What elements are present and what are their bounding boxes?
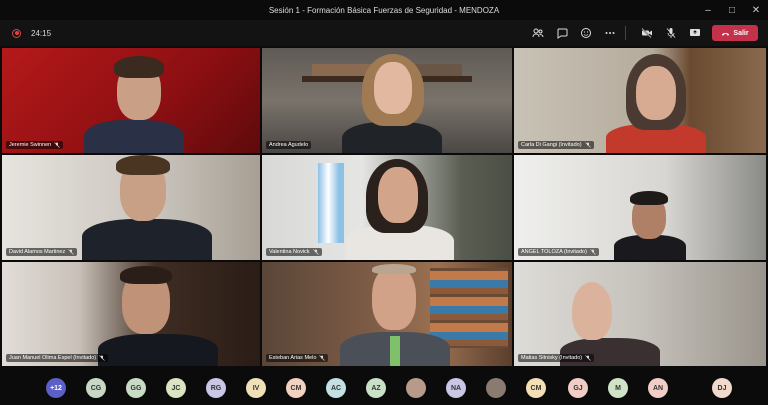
video-tile[interactable]: Matias Sitnisky (Invitado) <box>514 262 766 366</box>
participant-name: Jeremie Swinnen <box>9 142 52 148</box>
recording-indicator: 24:15 <box>12 28 52 38</box>
participant-name-tag: Andrea Agudelo <box>266 141 312 149</box>
participant-tie <box>390 336 400 366</box>
participant-photo-avatar[interactable] <box>486 378 506 398</box>
participant-video <box>84 120 184 153</box>
participant-name-tag: Matias Sitnisky (Invitado) <box>518 354 595 362</box>
toolbar-divider <box>625 26 626 40</box>
participant-name: David Alamos Martinez <box>9 249 66 255</box>
video-tile[interactable]: Carla Di Gangi (Invitado) <box>514 48 766 153</box>
video-tile[interactable]: Andrea Agudelo <box>262 48 512 153</box>
participant-hair <box>372 264 416 274</box>
video-grid: Jeremie Swinnen Andrea Agudelo Carla Di … <box>2 48 766 366</box>
leave-label: Salir <box>733 29 749 37</box>
record-icon <box>12 28 21 38</box>
participant-name: Andrea Agudelo <box>269 142 309 148</box>
participant-name: Matias Sitnisky (Invitado) <box>521 355 583 361</box>
video-tile[interactable]: Juan Manuel Olima Espel (Invitado) <box>2 262 260 366</box>
title-bar: Sesión 1 - Formación Básica Fuerzas de S… <box>0 0 768 20</box>
participant-face <box>636 66 676 120</box>
participant-avatar[interactable]: DJ <box>712 378 732 398</box>
participant-name: Juan Manuel Olima Espel (Invitado) <box>9 355 97 361</box>
meeting-timer: 24:15 <box>31 28 52 38</box>
window-controls: – □ ✕ <box>696 0 768 20</box>
meeting-toolbar: 24:15 Salir <box>0 20 768 46</box>
participant-face <box>374 62 412 114</box>
participant-avatar[interactable]: GG <box>126 378 146 398</box>
participant-name: ANGEL TOLOZA (Invitado) <box>521 249 587 255</box>
participant-hair <box>120 266 172 284</box>
more-icon[interactable] <box>601 24 619 42</box>
participant-avatar[interactable]: AN <box>648 378 668 398</box>
reactions-icon[interactable] <box>577 24 595 42</box>
participant-face <box>378 167 418 223</box>
video-tile[interactable]: ANGEL TOLOZA (Invitado) <box>514 155 766 260</box>
participant-avatar[interactable]: JC <box>166 378 186 398</box>
mic-muted-icon <box>590 249 596 255</box>
participant-video <box>82 219 212 260</box>
participant-photo-avatar[interactable] <box>406 378 426 398</box>
participant-name: Esteban Arias Melo <box>269 355 317 361</box>
participant-avatar[interactable]: AZ <box>366 378 386 398</box>
participant-face <box>372 266 416 330</box>
participant-face <box>572 282 612 340</box>
video-tile[interactable]: Esteban Arias Melo <box>262 262 512 366</box>
participant-video <box>342 122 442 153</box>
participant-hair <box>630 191 668 205</box>
window-title: Sesión 1 - Formación Básica Fuerzas de S… <box>268 5 500 15</box>
mic-muted-icon <box>584 142 591 148</box>
participant-avatar[interactable]: M <box>608 378 628 398</box>
background-flag <box>318 163 344 243</box>
overflow-count-button[interactable]: +12 <box>46 378 66 398</box>
participant-name-tag: Valentina Novick <box>266 248 322 256</box>
participant-name-tag: David Alamos Martinez <box>6 248 78 256</box>
participant-hair <box>114 56 164 78</box>
participants-icon[interactable] <box>529 24 547 42</box>
participant-name-tag: Carla Di Gangi (Invitado) <box>518 141 594 149</box>
background-bookshelf <box>430 268 508 348</box>
participant-name: Carla Di Gangi (Invitado) <box>521 142 582 148</box>
participant-name-tag: ANGEL TOLOZA (Invitado) <box>518 248 599 256</box>
share-screen-icon[interactable] <box>686 24 704 42</box>
participant-video <box>98 334 218 366</box>
mic-muted-icon <box>54 142 60 148</box>
participant-hair <box>116 155 170 175</box>
participant-name: Valentina Novick <box>269 249 310 255</box>
mic-muted-icon <box>319 355 326 361</box>
close-icon[interactable]: ✕ <box>744 0 768 20</box>
participant-avatar[interactable]: NA <box>446 378 466 398</box>
background-books <box>312 64 372 76</box>
mic-muted-icon <box>585 355 591 361</box>
mic-muted-icon <box>312 249 319 255</box>
participant-avatar[interactable]: CG <box>86 378 106 398</box>
leave-button[interactable]: Salir <box>712 25 758 41</box>
participant-avatar[interactable]: CM <box>286 378 306 398</box>
mic-off-icon[interactable] <box>662 24 680 42</box>
overflow-participants-bar: +12 CG GG JC RG IV CM AC AZ NA CM GJ M AN DJ <box>0 368 768 405</box>
mic-muted-icon <box>99 355 105 361</box>
participant-avatar[interactable]: AC <box>326 378 346 398</box>
phone-hangup-icon <box>722 32 730 36</box>
participant-avatar[interactable]: GJ <box>568 378 588 398</box>
participant-name-tag: Jeremie Swinnen <box>6 141 64 149</box>
video-tile[interactable]: David Alamos Martinez <box>2 155 260 260</box>
participant-avatar[interactable]: CM <box>526 378 546 398</box>
participant-avatar[interactable]: RG <box>206 378 226 398</box>
mic-muted-icon <box>68 249 74 255</box>
video-tile[interactable]: Valentina Novick <box>262 155 512 260</box>
video-tile[interactable]: Jeremie Swinnen <box>2 48 260 153</box>
camera-off-icon[interactable] <box>638 24 656 42</box>
participant-avatar[interactable]: IV <box>246 378 266 398</box>
chat-icon[interactable] <box>553 24 571 42</box>
participant-name-tag: Esteban Arias Melo <box>266 354 329 362</box>
maximize-icon[interactable]: □ <box>720 0 744 20</box>
participant-name-tag: Juan Manuel Olima Espel (Invitado) <box>6 354 109 362</box>
minimize-icon[interactable]: – <box>696 0 720 20</box>
